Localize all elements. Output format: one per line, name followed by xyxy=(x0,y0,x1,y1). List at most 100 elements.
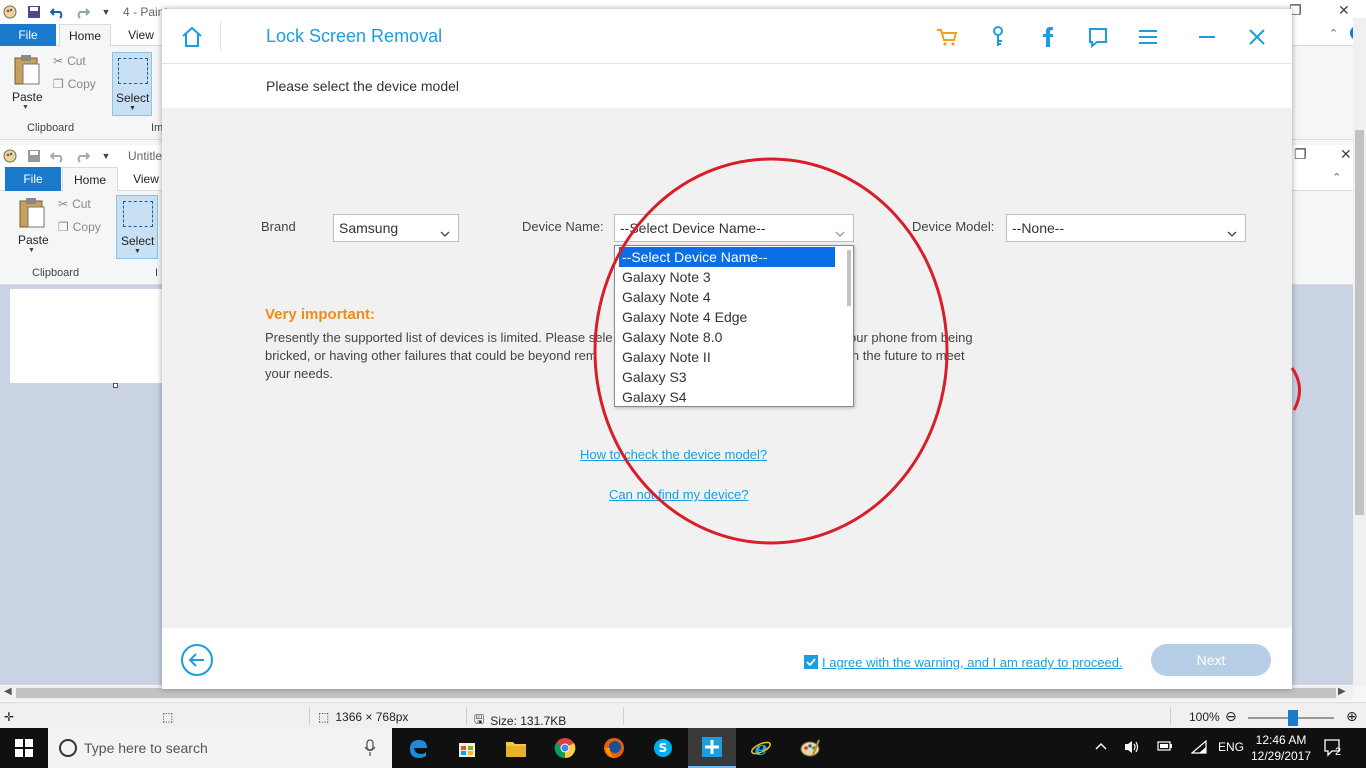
paste-dropdown-icon[interactable]: ▼ xyxy=(22,104,29,111)
paste-icon[interactable] xyxy=(13,54,41,89)
paint-app-icon[interactable] xyxy=(2,4,18,20)
cut-button[interactable]: ✂ Cut xyxy=(58,197,91,211)
qat-customize-icon[interactable]: ▼ xyxy=(98,4,114,20)
save-icon[interactable] xyxy=(26,148,42,164)
scroll-left-icon[interactable]: ◀ xyxy=(4,686,12,697)
paste-dropdown-icon[interactable]: ▼ xyxy=(28,247,35,254)
facebook-icon[interactable] xyxy=(1036,25,1060,49)
paint-taskbar-icon[interactable] xyxy=(786,728,834,768)
paste-button[interactable]: Paste xyxy=(18,233,49,247)
qat-customize-icon[interactable]: ▼ xyxy=(98,148,114,164)
next-button[interactable]: Next xyxy=(1151,644,1271,676)
redo-icon[interactable] xyxy=(74,4,90,20)
chrome-icon[interactable] xyxy=(541,728,589,768)
zoom-out-icon[interactable]: ⊖ xyxy=(1225,708,1237,725)
minimize-icon[interactable] xyxy=(1195,25,1219,49)
cut-button[interactable]: ✂ Cut xyxy=(53,54,86,68)
redo-icon[interactable] xyxy=(74,148,90,164)
paint-app-icon[interactable] xyxy=(2,148,18,164)
battery-icon[interactable] xyxy=(1157,740,1173,755)
device-name-select[interactable]: --Select Device Name-- xyxy=(614,214,854,242)
paste-button[interactable]: Paste xyxy=(12,90,43,104)
paste-icon[interactable] xyxy=(18,197,46,232)
select-button[interactable]: Select ▼ xyxy=(116,195,158,259)
arrow-left-icon xyxy=(189,653,204,667)
network-icon[interactable] xyxy=(1190,739,1207,757)
dropdown-option[interactable]: Galaxy Note 8.0 xyxy=(619,327,835,347)
dropdown-option[interactable]: --Select Device Name-- xyxy=(619,247,835,267)
menu-icon[interactable] xyxy=(1136,25,1160,49)
key-icon[interactable] xyxy=(986,25,1010,49)
dr-fone-icon[interactable] xyxy=(688,728,736,768)
dropdown-option[interactable]: Galaxy Note 4 Edge xyxy=(619,307,835,327)
collapse-ribbon-icon[interactable]: ⌃ xyxy=(1332,171,1341,184)
dropdown-option[interactable]: Galaxy Note II xyxy=(619,347,835,367)
dropdown-option[interactable]: Galaxy Note 4 xyxy=(619,287,835,307)
skype-icon[interactable]: S xyxy=(639,728,687,768)
file-explorer-icon[interactable] xyxy=(492,728,540,768)
dropdown-option[interactable]: Galaxy S3 xyxy=(619,367,835,387)
home-icon[interactable] xyxy=(180,25,204,49)
dropdown-scrollbar[interactable] xyxy=(847,250,851,306)
input-language[interactable]: ENG xyxy=(1218,740,1244,754)
chevron-down-icon xyxy=(835,224,845,240)
dimensions-icon: ⬚ xyxy=(318,710,330,724)
select-button[interactable]: Select ▼ xyxy=(112,52,152,116)
brand-select[interactable]: Samsung xyxy=(333,214,459,242)
tab-file[interactable]: File xyxy=(0,24,56,46)
system-clock[interactable]: 12:46 AM 12/29/2017 xyxy=(1246,732,1316,764)
close-icon[interactable]: ✕ xyxy=(1340,146,1352,163)
store-icon[interactable] xyxy=(443,728,491,768)
agree-checkbox[interactable] xyxy=(804,655,818,669)
undo-icon[interactable] xyxy=(50,4,66,20)
zoom-slider-thumb[interactable] xyxy=(1288,710,1298,726)
tab-file[interactable]: File xyxy=(5,167,61,191)
agree-label[interactable]: I agree with the warning, and I am ready… xyxy=(822,655,1123,670)
scroll-right-icon[interactable]: ▶ xyxy=(1338,686,1346,697)
select-icon xyxy=(123,201,153,227)
feedback-icon[interactable] xyxy=(1086,25,1110,49)
microphone-icon[interactable] xyxy=(364,739,376,760)
chevron-down-icon xyxy=(1227,224,1237,240)
action-center-icon[interactable] xyxy=(1323,738,1345,761)
save-icon[interactable] xyxy=(26,4,42,20)
image-group-label: I xyxy=(155,267,159,279)
how-to-check-model-link[interactable]: How to check the device model? xyxy=(580,447,767,462)
cannot-find-device-link[interactable]: Can not find my device? xyxy=(609,487,748,502)
tab-home[interactable]: Home xyxy=(62,167,118,192)
firefox-icon[interactable] xyxy=(590,728,638,768)
cart-icon[interactable] xyxy=(935,25,959,49)
dropdown-option[interactable]: Galaxy Note 3 xyxy=(619,267,835,287)
back-button[interactable] xyxy=(181,644,213,676)
tab-view[interactable]: View xyxy=(117,24,165,47)
copy-button[interactable]: ❐ Copy xyxy=(53,77,96,91)
status-divider xyxy=(1170,707,1171,725)
collapse-ribbon-icon[interactable]: ⌃ xyxy=(1329,27,1338,40)
dropdown-option[interactable]: Galaxy S4 xyxy=(619,387,835,406)
device-name-dropdown[interactable]: --Select Device Name-- Galaxy Note 3 Gal… xyxy=(614,245,854,407)
paint-canvas[interactable] xyxy=(10,289,170,383)
undo-icon[interactable] xyxy=(50,148,66,164)
device-model-select[interactable]: --None-- xyxy=(1006,214,1246,242)
volume-icon[interactable] xyxy=(1124,739,1140,758)
internet-explorer-icon[interactable]: e xyxy=(737,728,785,768)
close-icon[interactable] xyxy=(1245,25,1269,49)
edge-icon[interactable] xyxy=(394,728,442,768)
important-heading: Very important: xyxy=(265,306,376,323)
taskbar-search-box[interactable]: Type here to search xyxy=(48,728,392,768)
start-button[interactable] xyxy=(0,728,48,768)
tab-home[interactable]: Home xyxy=(59,24,111,47)
paint-window-title: 4 - Paint xyxy=(123,5,168,19)
close-icon[interactable]: ✕ xyxy=(1338,2,1350,19)
vertical-scroll-thumb[interactable] xyxy=(1355,130,1364,515)
selection-size-icon: ⬚ xyxy=(162,710,174,724)
svg-text:S: S xyxy=(659,741,668,755)
show-hidden-icons[interactable] xyxy=(1095,739,1107,753)
copy-button[interactable]: ❐ Copy xyxy=(58,220,101,234)
checkmark-icon xyxy=(806,658,816,666)
canvas-resize-handle[interactable] xyxy=(113,383,118,388)
restore-icon[interactable]: ❐ xyxy=(1294,146,1307,163)
zoom-in-icon[interactable]: ⊕ xyxy=(1346,708,1358,725)
paint-statusbar: ✛ ⬚ ⬚ 1366 × 768px 🖫 Size: 131.7KB 100% … xyxy=(0,702,1366,728)
horizontal-scroll-thumb[interactable] xyxy=(16,688,1336,698)
